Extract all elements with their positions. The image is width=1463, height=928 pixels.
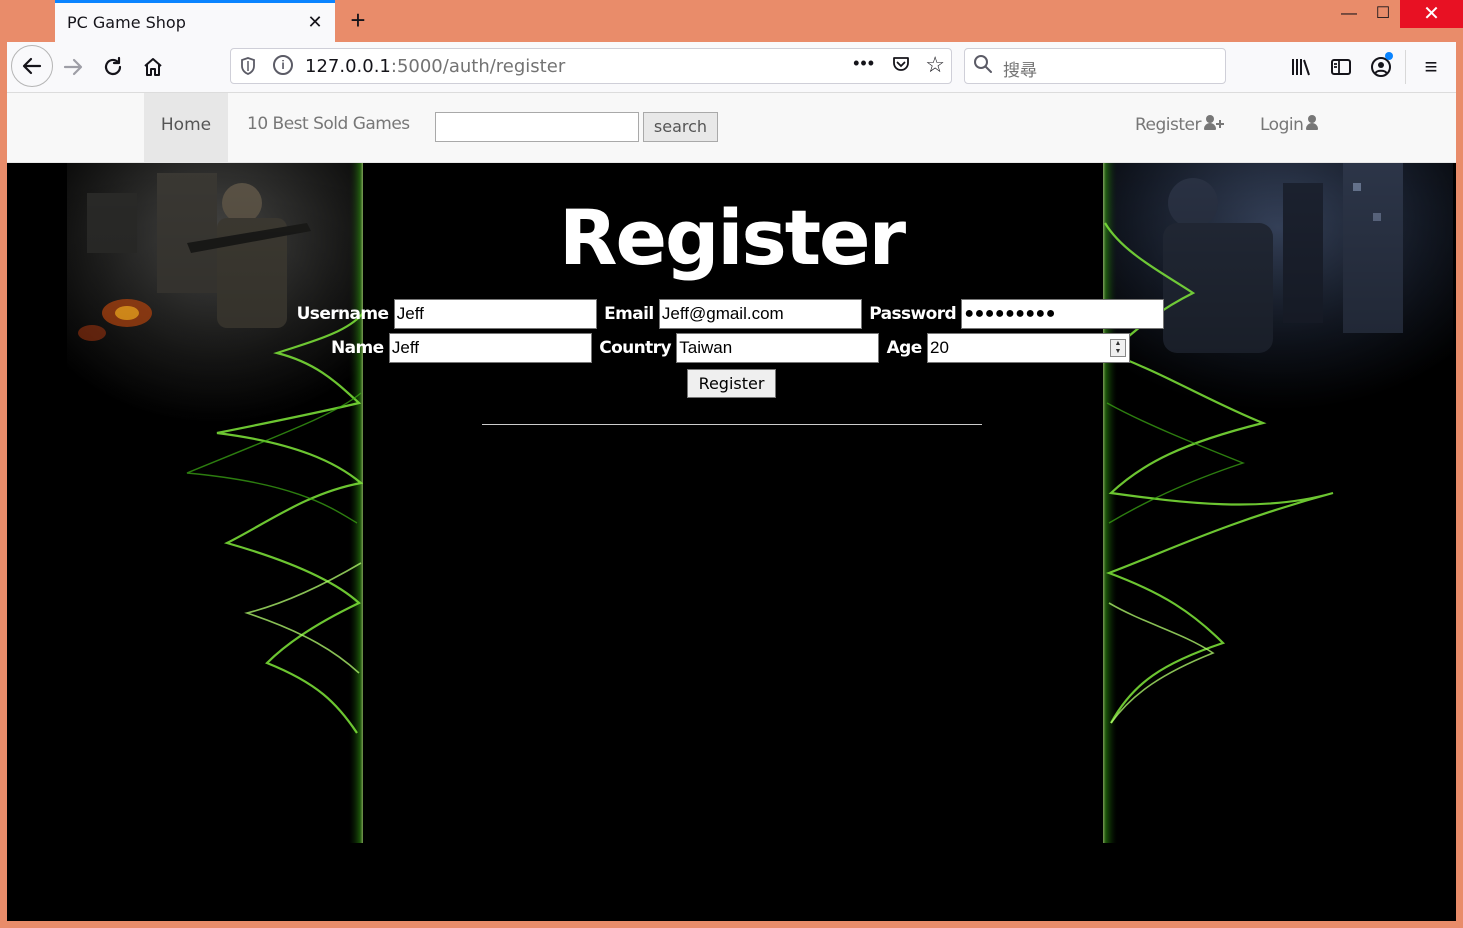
- username-field[interactable]: Jeff: [393, 299, 597, 329]
- email-field[interactable]: Jeff@gmail.com: [658, 299, 862, 329]
- email-label: Email: [604, 304, 654, 324]
- pocket-icon[interactable]: [891, 54, 911, 79]
- url-path: :5000/auth/register: [390, 56, 566, 77]
- library-icon[interactable]: [1285, 51, 1317, 83]
- new-tab-icon[interactable]: +: [344, 6, 372, 34]
- country-field[interactable]: Taiwan: [676, 333, 880, 363]
- notification-dot: [1385, 52, 1393, 60]
- forward-arrow-icon[interactable]: [57, 51, 89, 83]
- name-field[interactable]: Jeff: [388, 333, 592, 363]
- nav-home-link[interactable]: Home: [144, 93, 228, 163]
- username-label: Username: [296, 304, 389, 324]
- age-value: 20: [930, 338, 949, 357]
- age-stepper-icon[interactable]: ▲ ▼: [1110, 339, 1126, 357]
- site-search-button[interactable]: search: [643, 112, 718, 142]
- title-bar: PC Game Shop ✕ + — ☐ ✕: [0, 0, 1463, 42]
- search-icon: [973, 54, 993, 80]
- age-label: Age: [886, 338, 923, 358]
- page-actions-icon[interactable]: •••: [853, 53, 875, 74]
- tracking-shield-icon[interactable]: [239, 56, 257, 81]
- web-page: Home 10 Best Sold Games search Register …: [7, 93, 1456, 921]
- nav-register-link[interactable]: Register: [1135, 114, 1224, 135]
- register-form-row-2: Name Jeff Country Taiwan Age 20 ▲ ▼: [7, 333, 1456, 363]
- nav-login-label: Login: [1260, 115, 1304, 135]
- user-plus-icon: [1204, 114, 1224, 132]
- password-field[interactable]: ●●●●●●●●●: [961, 299, 1165, 329]
- tab-title: PC Game Shop: [67, 13, 186, 32]
- window-close-icon[interactable]: ✕: [1400, 0, 1463, 28]
- divider: [482, 424, 982, 425]
- bookmark-star-icon[interactable]: ☆: [925, 52, 945, 78]
- register-form-row-1: Username Jeff Email Jeff@gmail.com Passw…: [7, 299, 1456, 329]
- nav-register-label: Register: [1135, 115, 1202, 135]
- name-label: Name: [330, 338, 384, 358]
- site-info-icon[interactable]: i: [273, 55, 293, 75]
- page-title: Register: [558, 193, 906, 282]
- url-text[interactable]: 127.0.0.1:5000/auth/register: [305, 56, 565, 77]
- back-arrow-icon[interactable]: [11, 45, 53, 87]
- country-label: Country: [599, 338, 671, 358]
- nav-login-link[interactable]: Login: [1260, 114, 1326, 135]
- site-search-input[interactable]: [435, 112, 639, 142]
- home-icon[interactable]: [137, 51, 169, 83]
- url-bar[interactable]: i 127.0.0.1:5000/auth/register ••• ☆: [230, 48, 952, 84]
- browser-tab[interactable]: PC Game Shop ✕: [55, 0, 335, 42]
- browser-search-bar[interactable]: 搜尋: [964, 48, 1226, 84]
- sidebar-toggle-icon[interactable]: [1325, 51, 1357, 83]
- password-label: Password: [869, 304, 957, 324]
- nav-best-sold-link[interactable]: 10 Best Sold Games: [247, 114, 410, 134]
- hamburger-menu-icon[interactable]: ≡: [1415, 51, 1447, 83]
- navigation-toolbar: i 127.0.0.1:5000/auth/register ••• ☆ 搜尋 …: [7, 42, 1456, 93]
- search-placeholder: 搜尋: [1003, 61, 1037, 81]
- url-host: 127.0.0.1: [305, 56, 391, 77]
- register-button[interactable]: Register: [687, 369, 776, 398]
- age-field[interactable]: 20 ▲ ▼: [927, 333, 1130, 363]
- site-navbar: Home 10 Best Sold Games search Register …: [7, 93, 1456, 163]
- user-icon: [1306, 114, 1326, 132]
- close-tab-icon[interactable]: ✕: [305, 12, 325, 32]
- reload-icon[interactable]: [97, 51, 129, 83]
- toolbar-separator: [1405, 50, 1406, 84]
